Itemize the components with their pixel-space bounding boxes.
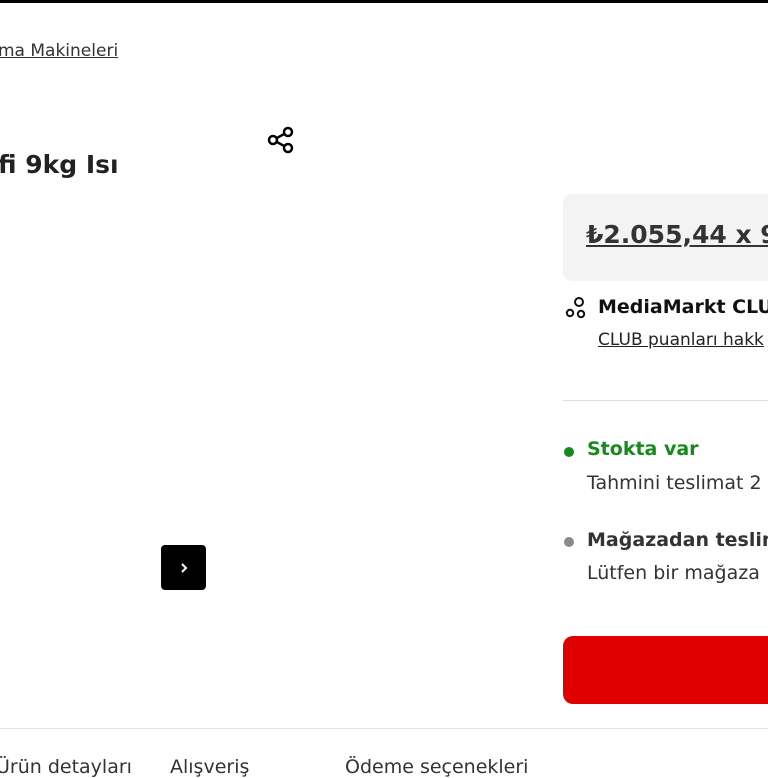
share-button[interactable] <box>264 124 298 158</box>
installment-price-link[interactable]: ₺2.055,44 x 9 a <box>586 220 768 249</box>
stock-status: Stokta var <box>587 438 699 460</box>
gallery-next-button[interactable] <box>161 545 206 590</box>
tab-shopping[interactable]: Alışveriş <box>170 756 249 778</box>
add-to-cart-button[interactable] <box>563 636 768 704</box>
breadcrumb-item-category[interactable]: ma Makineleri <box>0 41 118 61</box>
store-pickup-label: Mağazadan teslin <box>587 529 768 551</box>
store-pickup-text: Lütfen bir mağaza <box>587 562 760 584</box>
share-icon <box>267 126 294 154</box>
club-dots-icon <box>565 297 586 319</box>
divider <box>563 400 768 401</box>
store-pickup-indicator <box>564 537 574 547</box>
club-points-link[interactable]: CLUB puanları hakk <box>598 330 764 350</box>
estimated-delivery: Tahmini teslimat 2 <box>587 472 762 494</box>
club-title: MediaMarkt CLU <box>598 296 768 318</box>
in-stock-indicator <box>564 447 574 457</box>
bottom-tab-bar: Ürün detayları Alışveriş Ödeme seçenekle… <box>0 748 768 778</box>
chevron-right-icon <box>180 562 187 573</box>
section-divider <box>0 728 768 729</box>
product-title: fi 9kg Isı <box>0 150 119 179</box>
tab-product-details[interactable]: Ürün detayları <box>0 756 132 778</box>
installment-price-box: ₺2.055,44 x 9 a <box>563 194 768 281</box>
top-border <box>0 0 768 3</box>
tab-payment-options[interactable]: Ödeme seçenekleri <box>345 756 528 778</box>
